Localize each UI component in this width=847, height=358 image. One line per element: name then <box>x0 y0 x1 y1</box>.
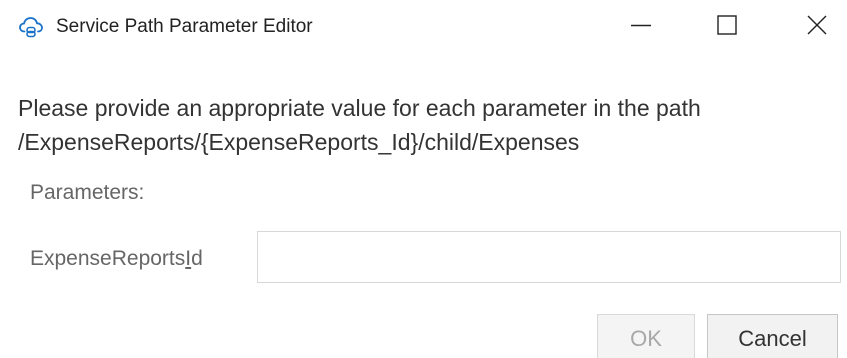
title-bar[interactable]: Service Path Parameter Editor <box>0 0 847 54</box>
minimize-button[interactable] <box>611 0 671 54</box>
service-path-text: /ExpenseReports/{ExpenseReports_Id}/chil… <box>18 129 580 155</box>
expensereports-id-input[interactable] <box>257 231 841 283</box>
maximize-button[interactable] <box>697 0 757 54</box>
cancel-button[interactable]: Cancel <box>707 314 838 358</box>
parameter-label-suffix: d <box>191 247 203 270</box>
instruction-text: Please provide an appropriate value for … <box>18 95 701 121</box>
service-path-parameter-editor-dialog: Service Path Parameter Editor Please pro… <box>0 0 847 358</box>
parameter-label-expensereports-id: ExpenseReportsId <box>30 244 203 274</box>
minimize-icon <box>630 14 652 41</box>
maximize-icon <box>716 14 738 41</box>
window-title: Service Path Parameter Editor <box>56 16 313 37</box>
close-button[interactable] <box>787 0 847 54</box>
close-icon <box>806 14 828 41</box>
parameters-heading: Parameters: <box>30 181 145 204</box>
ok-button[interactable]: OK <box>597 314 695 358</box>
parameter-label-prefix: ExpenseReports <box>30 247 186 270</box>
cloud-link-icon <box>18 14 44 40</box>
